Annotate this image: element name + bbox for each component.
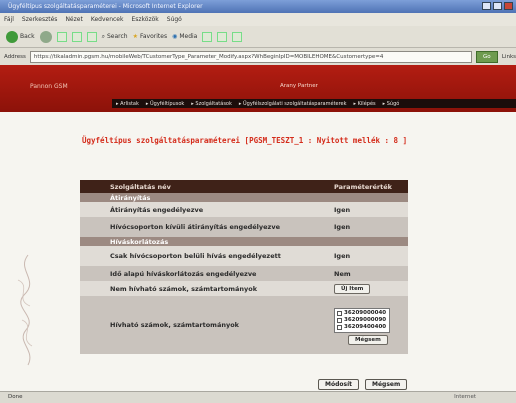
param-name: Csak hívócsoporton belüli hívás engedély… [80,246,328,266]
search-button[interactable]: ⌕ Search [102,33,128,41]
minimize-icon[interactable] [482,2,491,10]
table-row: Átirányítás engedélyezve Igen [80,202,408,217]
delete-item-button[interactable]: Mégsem [348,334,388,345]
media-button[interactable]: ◉ Media [172,33,197,40]
param-value: 36209000040 36209000090 36209400400 Mégs… [328,296,408,354]
browser-toolbar: Back ⌕ Search ★ Favorites ◉ Media [0,26,516,48]
param-name: Hívócsoporton kívüli átirányítás engedél… [80,217,328,237]
section-title: Átirányítás [80,193,408,202]
nav-link-arlistak[interactable]: ▸ Arlistak [116,101,139,107]
back-label: Back [20,33,35,40]
status-text: Done [8,394,23,400]
url-field[interactable]: https://tikaladmin.pgsm.hu/mobileWeb/TCu… [29,50,472,63]
window-titlebar: Ügyféltípus szolgáltatásparaméterei - Mi… [0,0,516,13]
checkbox[interactable] [337,310,342,316]
param-value[interactable]: Nem [328,266,408,281]
nav-link-szolgaltatasok[interactable]: ▸ Szolgáltatások [191,101,232,107]
back-arrow-icon [6,30,18,43]
col-header-value: Paraméterérték [328,180,408,193]
media-icon: ◉ [172,33,178,40]
param-value: Új Item [328,281,408,296]
decorative-doodle [17,254,33,366]
menu-help[interactable]: Súgó [167,13,182,26]
back-button[interactable]: Back [6,30,35,43]
home-icon[interactable] [86,31,97,42]
param-name: Idő alapú híváskorlátozás engedélyezve [80,266,328,281]
site-header: Pannon GSM Arany Partner ▸ Arlistak ▸ Üg… [0,65,516,112]
menu-view[interactable]: Nézet [65,13,82,26]
address-bar: Address https://tikaladmin.pgsm.hu/mobil… [0,48,516,65]
section-row: Híváskorlátozás [80,237,408,246]
nav-link-sugo[interactable]: ▸ Súgó [383,101,400,107]
list-item[interactable]: 36209400400 [337,324,387,331]
checkbox[interactable] [337,324,342,330]
history-icon[interactable] [202,31,213,42]
star-icon: ★ [132,33,138,40]
param-name: Nem hívható számok, számtartományok [80,281,328,296]
param-name: Hívható számok, számtartományok [80,296,328,354]
browser-window: Ügyféltípus szolgáltatásparaméterei - Mi… [0,0,516,403]
list-item[interactable]: 36209000040 [337,310,387,317]
media-label: Media [179,33,198,40]
search-label: Search [106,33,128,40]
favorites-label: Favorites [139,33,168,40]
menu-favorites[interactable]: Kedvencek [91,13,124,26]
site-logo[interactable]: Pannon GSM [30,83,68,90]
mail-icon[interactable] [217,31,228,42]
param-value[interactable]: Igen [328,217,408,237]
zone-indicator: Internet [454,394,476,400]
nav-link-parameterek[interactable]: ▸ Ügyfélszolgálati szolgáltatásparaméter… [239,101,347,107]
table-row: Csak hívócsoporton belüli hívás engedély… [80,246,408,266]
search-icon: ⌕ [101,32,105,40]
site-nav: ▸ Arlistak ▸ Ügyféltípusok ▸ Szolgáltatá… [112,99,516,108]
maximize-icon[interactable] [493,2,502,10]
site-title: Arany Partner [280,83,318,89]
table-row: Hívócsoporton kívüli átirányítás engedél… [80,217,408,237]
table-row: Hívható számok, számtartományok 36209000… [80,296,408,354]
close-icon[interactable] [504,2,513,10]
window-title: Ügyféltípus szolgáltatásparaméterei - Mi… [8,3,203,10]
page-title: Ügyféltípus szolgáltatásparaméterei [PGS… [82,136,408,145]
modify-button[interactable]: Módosít [318,379,360,390]
checkbox[interactable] [337,317,342,323]
param-name: Átirányítás engedélyezve [80,202,328,217]
form-actions: Módosít Mégsem [318,379,408,390]
forward-arrow-icon[interactable] [39,30,52,43]
table-row: Idő alapú híváskorlátozás engedélyezve N… [80,266,408,281]
number-listbox[interactable]: 36209000040 36209000090 36209400400 [334,307,390,333]
menu-bar: Fájl Szerkesztés Nézet Kedvencek Eszközö… [0,13,516,26]
parameters-table: Szolgáltatás név Paraméterérték Átirányí… [80,180,408,354]
section-row: Átirányítás [80,193,408,202]
address-label: Address [4,53,26,60]
section-title: Híváskorlátozás [80,237,408,246]
menu-file[interactable]: Fájl [4,13,14,26]
status-bar: Done Internet [0,391,516,403]
print-icon[interactable] [232,31,243,42]
list-item[interactable]: 36209000090 [337,317,387,324]
menu-tools[interactable]: Eszközök [131,13,158,26]
table-row: Nem hívható számok, számtartományok Új I… [80,281,408,296]
stop-icon[interactable] [56,31,67,42]
web-page: Pannon GSM Arany Partner ▸ Arlistak ▸ Üg… [0,65,516,391]
param-value[interactable]: Igen [328,246,408,266]
col-header-name: Szolgáltatás név [80,180,328,193]
refresh-icon[interactable] [71,31,82,42]
new-item-button[interactable]: Új Item [334,283,371,294]
param-value[interactable]: Igen [328,202,408,217]
nav-link-ugyfeltipusok[interactable]: ▸ Ügyféltípusok [146,101,184,107]
links-label[interactable]: Links [502,54,516,60]
cancel-button[interactable]: Mégsem [365,379,408,390]
go-button[interactable]: Go [475,50,498,63]
favorites-button[interactable]: ★ Favorites [133,33,168,40]
menu-edit[interactable]: Szerkesztés [22,13,58,26]
nav-link-kilepes[interactable]: ▸ Kilépés [354,101,376,107]
